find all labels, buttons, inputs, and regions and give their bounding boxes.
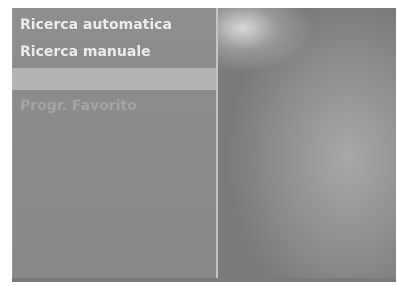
menu-item-selected-highlight[interactable] <box>12 68 216 90</box>
menu-item-automatic-search[interactable]: Ricerca automatica <box>12 14 216 36</box>
menu-item-manual-search[interactable]: Ricerca manuale <box>12 41 216 63</box>
channel-search-menu: Ricerca automatica Ricerca manuale Progr… <box>12 8 222 282</box>
video-preview-area <box>218 8 396 282</box>
menu-item-favorite-program[interactable]: Progr. Favorito <box>12 95 216 117</box>
screen-bottom-edge <box>12 278 396 282</box>
tv-screen: Ricerca automatica Ricerca manuale Progr… <box>12 8 396 282</box>
